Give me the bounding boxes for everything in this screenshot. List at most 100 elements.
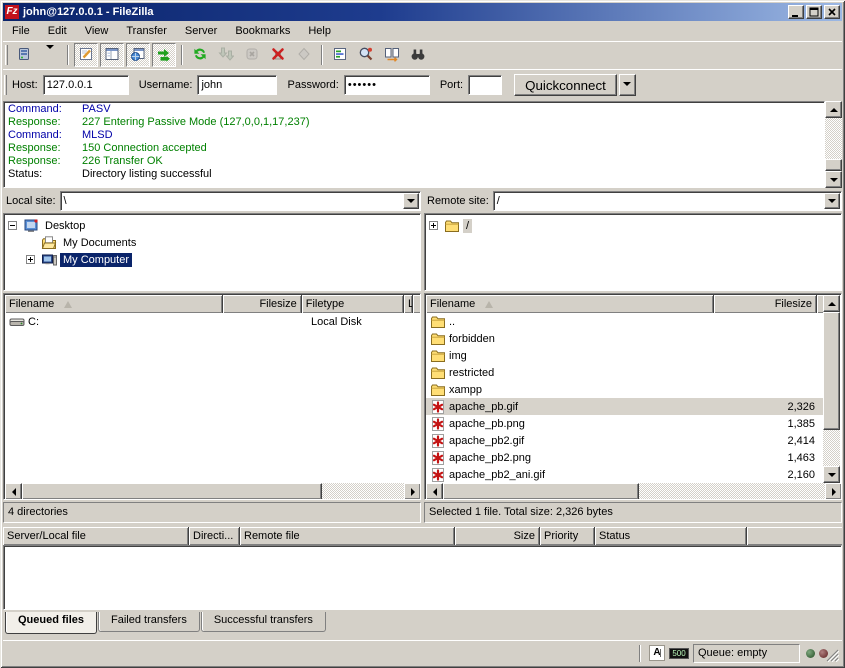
directory-comparison-button[interactable] bbox=[354, 43, 378, 67]
port-input[interactable] bbox=[468, 75, 502, 95]
find-files-button[interactable] bbox=[406, 43, 430, 67]
file-row-c-[interactable]: C:Local Disk bbox=[5, 313, 421, 330]
toolbar-gripper bbox=[4, 75, 7, 95]
file-row-forbidden[interactable]: forbidden bbox=[426, 330, 825, 347]
file-row--[interactable]: .. bbox=[426, 313, 825, 330]
expand-icon[interactable] bbox=[429, 221, 438, 230]
toggle-local-tree-button[interactable] bbox=[100, 43, 124, 67]
menu-server[interactable]: Server bbox=[176, 23, 226, 39]
file-row-apache-pb2-gif[interactable]: apache_pb2.gif2,414 bbox=[426, 432, 825, 449]
toggle-transfer-queue-icon bbox=[156, 46, 172, 65]
drive-icon bbox=[9, 314, 25, 330]
file-row-img[interactable]: img bbox=[426, 347, 825, 364]
column-header-size[interactable]: Size bbox=[455, 527, 540, 545]
column-header-remote-file[interactable]: Remote file bbox=[240, 527, 455, 545]
minimize-button[interactable] bbox=[788, 5, 804, 19]
local-site-combobox[interactable]: \ bbox=[60, 191, 421, 211]
tab-successful-transfers[interactable]: Successful transfers bbox=[201, 612, 326, 632]
password-label: Password: bbox=[287, 79, 338, 91]
site-manager-dropdown-button[interactable] bbox=[38, 43, 62, 67]
collapse-icon[interactable] bbox=[8, 221, 17, 230]
file-name: apache_pb2.png bbox=[449, 452, 531, 464]
file-name: C: bbox=[28, 316, 39, 328]
maximize-button[interactable] bbox=[806, 5, 822, 19]
toggle-remote-tree-button[interactable] bbox=[126, 43, 150, 67]
file-row-apache-pb2-ani-gif[interactable]: apache_pb2_ani.gif2,160 bbox=[426, 466, 825, 483]
file-row-apache-pb2-png[interactable]: apache_pb2.png1,463 bbox=[426, 449, 825, 466]
column-header-filetype[interactable]: Filetype bbox=[302, 295, 404, 313]
scroll-thumb[interactable] bbox=[825, 159, 842, 171]
tree-item-my-computer[interactable]: My Computer bbox=[6, 251, 420, 268]
close-button[interactable] bbox=[824, 5, 840, 19]
log-line-label: Command: bbox=[8, 129, 82, 142]
column-header-filesize[interactable]: Filesize bbox=[714, 295, 818, 313]
site-manager-button[interactable] bbox=[12, 43, 36, 67]
scroll-right-button[interactable] bbox=[825, 483, 842, 500]
toggle-transfer-queue-button[interactable] bbox=[152, 43, 176, 67]
scroll-thumb[interactable] bbox=[823, 312, 840, 430]
local-site-dropdown-button[interactable] bbox=[403, 193, 419, 209]
menu-view[interactable]: View bbox=[76, 23, 118, 39]
host-input[interactable] bbox=[43, 75, 129, 95]
column-header-filename[interactable]: Filename bbox=[5, 295, 223, 313]
remote-vscrollbar[interactable] bbox=[823, 295, 840, 483]
expand-icon[interactable] bbox=[26, 255, 35, 264]
menu-help[interactable]: Help bbox=[299, 23, 340, 39]
column-header-filename[interactable]: Filename bbox=[426, 295, 714, 313]
username-input[interactable] bbox=[197, 75, 277, 95]
scroll-down-button[interactable] bbox=[823, 466, 840, 483]
file-row-xampp[interactable]: xampp bbox=[426, 381, 825, 398]
speed-badge-icon: 500 bbox=[669, 648, 689, 659]
quickconnect-dropdown-button[interactable] bbox=[619, 74, 636, 96]
column-header-l[interactable]: L bbox=[404, 295, 413, 313]
column-header-filesize[interactable]: Filesize bbox=[223, 295, 302, 313]
scroll-up-button[interactable] bbox=[823, 295, 840, 312]
synchronized-browsing-button[interactable] bbox=[380, 43, 404, 67]
remote-hscrollbar[interactable] bbox=[426, 483, 842, 500]
menu-file[interactable]: File bbox=[3, 23, 39, 39]
scroll-thumb[interactable] bbox=[443, 483, 639, 500]
menu-edit[interactable]: Edit bbox=[39, 23, 76, 39]
menu-transfer[interactable]: Transfer bbox=[117, 23, 176, 39]
password-input[interactable] bbox=[344, 75, 430, 95]
file-row-apache-pb-png[interactable]: apache_pb.png1,385 bbox=[426, 415, 825, 432]
remote-site-combobox[interactable]: / bbox=[493, 191, 842, 211]
log-scrollbar[interactable] bbox=[825, 101, 842, 188]
folder-icon bbox=[430, 365, 446, 381]
filter-icon bbox=[332, 46, 348, 65]
file-row-restricted[interactable]: restricted bbox=[426, 364, 825, 381]
queue-status-text: Queue: empty bbox=[693, 644, 800, 663]
folder-icon bbox=[430, 348, 446, 364]
tree-item-desktop[interactable]: Desktop bbox=[6, 217, 420, 234]
tab-queued-files[interactable]: Queued files bbox=[5, 612, 97, 634]
log-line-text: PASV bbox=[82, 103, 111, 115]
column-header-server-local-file[interactable]: Server/Local file bbox=[3, 527, 189, 545]
toggle-message-log-button[interactable] bbox=[74, 43, 98, 67]
file-name: xampp bbox=[449, 384, 482, 396]
column-header-priority[interactable]: Priority bbox=[540, 527, 595, 545]
scroll-thumb[interactable] bbox=[22, 483, 322, 500]
tab-failed-transfers[interactable]: Failed transfers bbox=[98, 612, 200, 632]
remote-site-bar: Remote site: / bbox=[424, 190, 842, 211]
log-line-text: MLSD bbox=[82, 129, 113, 141]
file-row-apache-pb-gif[interactable]: apache_pb.gif2,326 bbox=[426, 398, 825, 415]
column-header-directi-[interactable]: Directi... bbox=[189, 527, 240, 545]
remote-site-dropdown-button[interactable] bbox=[824, 193, 840, 209]
column-header-status[interactable]: Status bbox=[595, 527, 747, 545]
scroll-down-button[interactable] bbox=[825, 171, 842, 188]
close-icon bbox=[827, 7, 838, 18]
local-hscrollbar[interactable] bbox=[5, 483, 421, 500]
disconnect-button[interactable] bbox=[266, 43, 290, 67]
refresh-button[interactable] bbox=[188, 43, 212, 67]
scroll-left-button[interactable] bbox=[5, 483, 22, 500]
scroll-left-button[interactable] bbox=[426, 483, 443, 500]
menu-bookmarks[interactable]: Bookmarks bbox=[226, 23, 299, 39]
filter-button[interactable] bbox=[328, 43, 352, 67]
tree-item-my-documents[interactable]: My Documents bbox=[6, 234, 420, 251]
scroll-right-button[interactable] bbox=[404, 483, 421, 500]
tree-item--[interactable]: / bbox=[427, 217, 841, 234]
scroll-up-button[interactable] bbox=[825, 101, 842, 118]
resize-grip[interactable] bbox=[826, 649, 839, 662]
log-line: Response:150 Connection accepted bbox=[8, 142, 824, 155]
quickconnect-button[interactable]: Quickconnect bbox=[514, 74, 617, 96]
